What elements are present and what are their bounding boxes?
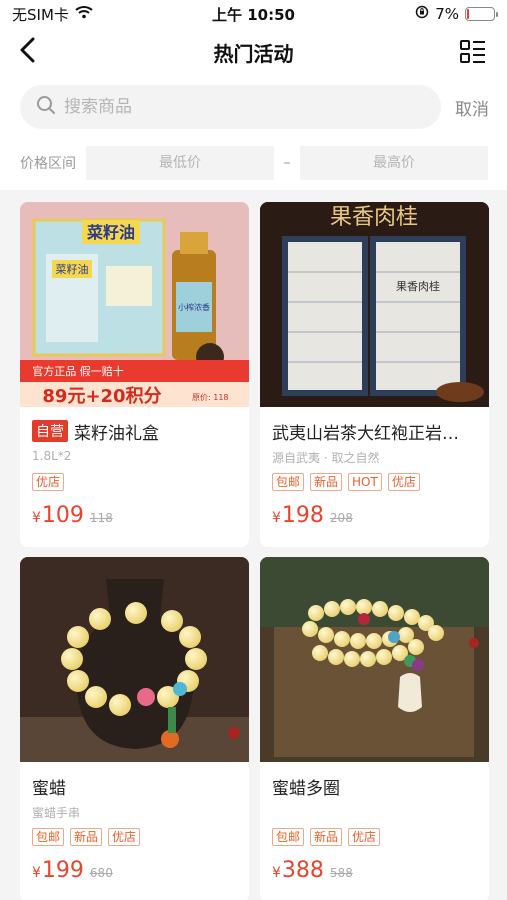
product-info: 武夷山岩茶大红袍正岩… 源自武夷 · 取之自然 包邮 新品 HOT 优店 ¥19…	[260, 407, 489, 528]
product-tag: 新品	[310, 473, 343, 491]
image-banner-top: 官方正品 假一赔十	[32, 364, 124, 378]
battery-icon	[465, 7, 498, 21]
product-subtitle	[272, 804, 477, 820]
search-icon	[36, 95, 56, 119]
product-tags: 包邮 新品 优店	[32, 828, 237, 846]
product-subtitle: 1.8L*2	[32, 449, 72, 463]
product-title: 武夷山岩茶大红袍正岩…	[272, 423, 459, 444]
product-tag: 优店	[32, 473, 65, 491]
image-box-text: 果香肉桂	[396, 279, 440, 293]
image-banner-bottom: 89元+20积分	[42, 386, 161, 407]
cancel-button[interactable]: 取消	[455, 95, 489, 120]
price-value: 109	[41, 503, 84, 528]
product-grid: 菜籽油 菜籽油 小榨浓香 官方正品 假一赔十 89元+20积分 原价: 118 …	[0, 190, 507, 900]
price-value: 199	[41, 858, 84, 883]
product-image: 菜籽油 菜籽油 小榨浓香 官方正品 假一赔十 89元+20积分 原价: 118	[20, 202, 249, 407]
product-image: 果香肉桂 果香肉桂	[260, 202, 489, 407]
price-line: ¥109 118	[32, 503, 237, 528]
product-price: ¥388	[272, 858, 324, 883]
search-input[interactable]	[64, 97, 404, 117]
product-tag: 新品	[310, 828, 343, 846]
product-tag: 包邮	[272, 473, 305, 491]
product-card[interactable]: 蜜蜡 蜜蜡手串 包邮 新品 优店 ¥199 680	[20, 557, 249, 900]
currency-symbol: ¥	[272, 510, 281, 526]
product-info: 蜜蜡多圈 包邮 新品 优店 ¥388 588	[260, 762, 489, 883]
wifi-icon	[75, 5, 93, 23]
status-left: 无SIM卡	[12, 4, 93, 25]
price-value: 198	[281, 503, 324, 528]
currency-symbol: ¥	[32, 510, 41, 526]
currency-symbol: ¥	[272, 865, 281, 881]
battery-level	[467, 9, 469, 19]
original-price: 118	[89, 511, 113, 525]
product-tag: 优店	[387, 473, 420, 491]
currency-symbol: ¥	[32, 865, 41, 881]
product-tag: 包邮	[32, 828, 65, 846]
product-card[interactable]: 菜籽油 菜籽油 小榨浓香 官方正品 假一赔十 89元+20积分 原价: 118 …	[20, 202, 249, 547]
product-tag: 优店	[348, 828, 381, 846]
product-price: ¥109	[32, 503, 84, 528]
product-card[interactable]: 果香肉桂 果香肉桂 武夷山岩茶大红袍正岩… 源自武夷 · 取之自然 包邮 新品 …	[260, 202, 489, 547]
max-price-input[interactable]	[300, 146, 488, 180]
carrier-label: 无SIM卡	[12, 5, 69, 24]
product-image	[20, 557, 249, 762]
back-button[interactable]	[12, 36, 44, 68]
price-line: ¥199 680	[32, 858, 237, 883]
price-line: ¥198 208	[272, 503, 477, 528]
image-banner-note: 原价: 118	[192, 393, 229, 402]
product-tag: 新品	[70, 828, 103, 846]
product-card[interactable]: 蜜蜡多圈 包邮 新品 优店 ¥388 588	[260, 557, 489, 900]
price-range-label: 价格区间	[20, 156, 76, 172]
product-info: 自营 菜籽油礼盒 1.8L*2 优店 ¥109 118	[20, 407, 249, 528]
status-bar: 无SIM卡 上午 10:50 7%	[0, 0, 507, 28]
product-tags: 优店	[32, 473, 237, 491]
min-price-input[interactable]	[86, 146, 274, 180]
price-line: ¥388 588	[272, 858, 477, 883]
product-title: 蜜蜡	[32, 778, 66, 799]
status-right: 7%	[415, 5, 498, 23]
image-headline: 果香肉桂	[330, 205, 418, 230]
price-filter: 价格区间 –	[0, 145, 507, 181]
orientation-lock-icon	[415, 5, 429, 23]
product-info: 蜜蜡 蜜蜡手串 包邮 新品 优店 ¥199 680	[20, 762, 249, 883]
product-image	[260, 557, 489, 762]
product-title: 菜籽油礼盒	[74, 423, 159, 444]
product-title: 蜜蜡多圈	[272, 778, 340, 799]
original-price: 208	[329, 511, 353, 525]
layout-toggle-button[interactable]	[459, 38, 487, 66]
product-subtitle: 源自武夷 · 取之自然	[272, 451, 380, 465]
page-title: 热门活动	[213, 41, 294, 66]
grid-list-icon	[459, 40, 487, 70]
product-title-row: 蜜蜡	[32, 774, 237, 799]
original-price: 680	[89, 866, 113, 880]
product-title-row: 自营 菜籽油礼盒	[32, 419, 237, 444]
original-price: 588	[329, 866, 353, 880]
image-box-title: 菜籽油	[86, 223, 135, 242]
product-title-row: 蜜蜡多圈	[272, 774, 477, 799]
price-value: 388	[281, 858, 324, 883]
search-box[interactable]	[20, 85, 441, 129]
image-box-label: 菜籽油	[56, 262, 89, 276]
product-tag: 优店	[108, 828, 141, 846]
product-tags: 包邮 新品 HOT 优店	[272, 473, 477, 491]
image-bottle-label: 小榨浓香	[178, 302, 210, 312]
chevron-left-icon	[17, 37, 39, 67]
product-title-row: 武夷山岩茶大红袍正岩…	[272, 419, 477, 444]
product-tag: 包邮	[272, 828, 305, 846]
product-tag: HOT	[348, 473, 382, 491]
self-operated-badge: 自营	[32, 420, 68, 442]
nav-bar: 热门活动	[0, 28, 507, 76]
product-subtitle: 蜜蜡手串	[32, 806, 81, 820]
price-separator: –	[283, 155, 291, 171]
battery-percent: 7%	[435, 5, 459, 23]
product-price: ¥199	[32, 858, 84, 883]
product-price: ¥198	[272, 503, 324, 528]
product-tags: 包邮 新品 优店	[272, 828, 477, 846]
search-row: 取消	[0, 84, 507, 130]
